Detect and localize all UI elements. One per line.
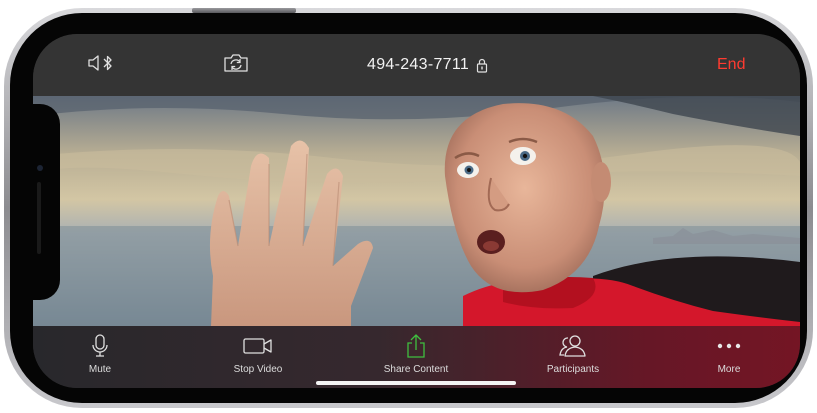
earpiece-speaker bbox=[37, 182, 41, 254]
stop-video-button[interactable]: Stop Video bbox=[198, 326, 318, 388]
meeting-control-bar: Mute Stop Video Share Content Participan… bbox=[33, 326, 800, 388]
stop-video-label: Stop Video bbox=[233, 364, 283, 375]
more-button[interactable]: More bbox=[669, 326, 789, 388]
video-image bbox=[33, 96, 800, 326]
mute-label: Mute bbox=[88, 364, 112, 375]
more-label: More bbox=[717, 364, 741, 375]
meeting-screen: 494-243-7711 End Mute Stop Video Share C… bbox=[33, 34, 800, 388]
lock-icon bbox=[476, 58, 488, 73]
front-camera bbox=[37, 165, 43, 171]
audio-route-button[interactable] bbox=[87, 52, 117, 78]
video-camera-icon bbox=[242, 332, 274, 360]
end-meeting-button[interactable]: End bbox=[717, 52, 745, 78]
video-feed bbox=[33, 96, 800, 326]
end-label: End bbox=[717, 56, 746, 73]
ellipsis-icon bbox=[716, 332, 742, 360]
mute-button[interactable]: Mute bbox=[40, 326, 160, 388]
share-content-button[interactable]: Share Content bbox=[356, 326, 476, 388]
microphone-icon bbox=[90, 332, 110, 360]
share-content-label: Share Content bbox=[383, 364, 449, 375]
share-upload-icon bbox=[405, 332, 427, 360]
meeting-top-bar: 494-243-7711 End bbox=[33, 34, 800, 96]
camera-rotate-icon bbox=[222, 52, 250, 79]
meeting-id: 494-243-7711 bbox=[367, 56, 470, 73]
switch-camera-button[interactable] bbox=[222, 52, 250, 78]
participants-button[interactable]: Participants bbox=[513, 326, 633, 388]
home-indicator[interactable] bbox=[316, 381, 516, 385]
participants-icon bbox=[558, 332, 588, 360]
meeting-id-display: 494-243-7711 bbox=[367, 52, 488, 78]
participants-label: Participants bbox=[546, 364, 600, 375]
speaker-bluetooth-icon bbox=[87, 53, 117, 78]
